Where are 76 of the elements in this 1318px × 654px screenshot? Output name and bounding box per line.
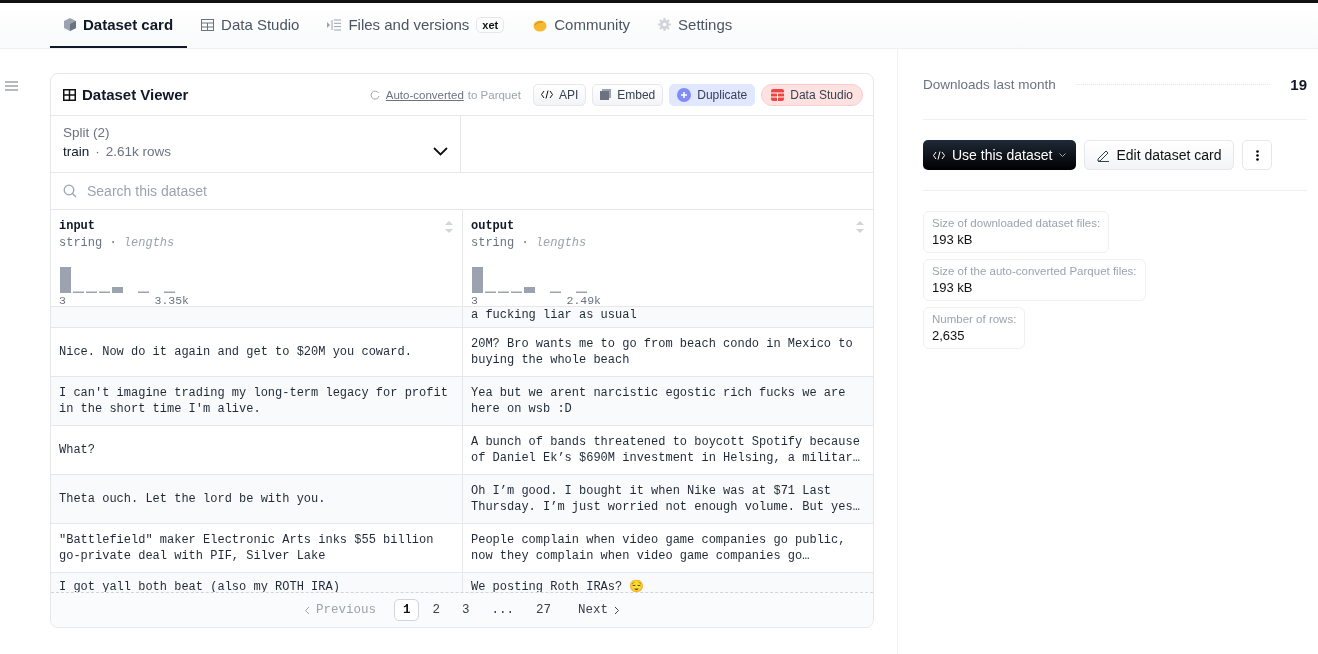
table-cell: 20M? Bro wants me to go from beach condo in Mexico to buying the whole beach <box>462 328 873 376</box>
viewer-title: Dataset Viewer <box>82 86 189 103</box>
menu-icon[interactable] <box>5 81 18 91</box>
split-dropdown[interactable]: Split (2) train · 2.61k rows <box>51 116 461 172</box>
edit-card-button[interactable]: Edit dataset card <box>1084 140 1235 170</box>
api-button[interactable]: API <box>532 83 587 106</box>
split-label: Split (2) <box>63 125 111 140</box>
downloads-label: Downloads last month <box>923 76 1056 92</box>
pencil-icon <box>1097 148 1111 162</box>
table-cell: Yea but we arent narcistic egostic rich fucks we are here on wsb :D <box>462 377 873 425</box>
embed-button[interactable]: Embed <box>592 83 664 106</box>
chevron-down-icon <box>433 147 448 156</box>
table-icon <box>771 88 785 101</box>
table-cell-text: Theta ouch. Let the lord be with you. <box>58 491 327 508</box>
tab[interactable]: Files and versions xet <box>313 3 519 48</box>
page-link[interactable]: 3 <box>453 599 479 621</box>
code-icon <box>933 150 945 160</box>
stat-value: 193 kB <box>932 280 974 295</box>
page-link[interactable]: 1 <box>393 599 420 621</box>
table-icon <box>63 88 76 101</box>
downloads-count: 19 <box>1290 75 1307 93</box>
separator-dot: · <box>95 144 100 159</box>
more-icon <box>1255 149 1259 161</box>
table-cell-text: What? <box>58 442 96 459</box>
auto-converted-link[interactable]: Auto-converted <box>385 88 464 101</box>
stat-label: Size of downloaded dataset files: <box>932 217 1101 229</box>
tab[interactable]: Settings <box>644 3 747 48</box>
histogram-max: 2.49k <box>566 294 601 307</box>
xet-badge: xet <box>476 16 505 33</box>
caret-icon <box>1059 153 1067 157</box>
histogram-max: 3.35k <box>154 294 189 307</box>
tab[interactable]: Community <box>518 3 645 48</box>
column-name: output <box>471 219 515 233</box>
duplicate-button[interactable]: Duplicate <box>669 83 756 106</box>
table-cell-text: Nice. Now do it again and get to $20M you coward. <box>58 344 413 361</box>
sort-icon[interactable] <box>855 220 865 234</box>
tab[interactable]: Data Studio <box>187 3 314 48</box>
page-link[interactable]: 2 <box>423 599 449 621</box>
search-icon <box>63 184 77 198</box>
stat-label: Number of rows: <box>932 313 1017 325</box>
row-count: 2.61k rows <box>105 144 172 159</box>
stat-value: 2,635 <box>932 328 966 343</box>
tab[interactable]: Dataset card <box>50 3 188 48</box>
cube-icon <box>64 18 76 31</box>
split-name: train <box>63 144 90 159</box>
table-cell: A bunch of bands threatened to boycott Spotify because of Daniel Ek’s $690M investment in Helsing, a militar… <box>462 426 873 474</box>
table-icon <box>201 18 215 31</box>
sort-icon[interactable] <box>444 220 454 234</box>
histogram-min: 3 <box>471 294 478 307</box>
refresh-icon <box>369 89 380 100</box>
stat-label: Size of the auto-converted Parquet files: <box>932 265 1137 277</box>
parquet-label: to Parquet <box>467 88 521 101</box>
table-cell-text: "Battlefield" maker Electronic Arts inks $55 billion go-private deal with PIF, Silver Lake <box>58 532 435 565</box>
histogram-min: 3 <box>59 294 66 307</box>
studio-button[interactable]: Data Studio <box>761 83 863 106</box>
page-link[interactable]: 27 <box>527 599 561 621</box>
table-cell: Oh I’m good. I bought it when Nike was at $71 Last Thursday. I’m just worried not enough volume. But yes… <box>462 475 873 523</box>
chevron-right-icon <box>614 605 621 615</box>
column-type: string · lengths <box>471 236 587 250</box>
column-name: input <box>59 219 95 233</box>
stat-value: 193 kB <box>932 232 974 247</box>
duplicate-icon <box>677 87 692 102</box>
more-button[interactable] <box>1242 140 1273 170</box>
next-link[interactable]: Next <box>564 600 635 620</box>
table-cell: People complain when video game companies go public, now they complain when video game companies go… <box>462 524 873 572</box>
table-cell-text: I got yall both beat (also my ROTH IRA) <box>58 579 341 592</box>
chevron-left-icon <box>303 605 310 615</box>
copy-icon <box>600 89 612 100</box>
column-type: string · lengths <box>59 236 175 250</box>
table-cell-text: I can't imagine trading my long-term legacy for profit in the short time I'm alive. <box>58 385 449 418</box>
use-dataset-button[interactable]: Use this dataset <box>923 140 1077 170</box>
settings-icon <box>658 18 672 31</box>
code-icon <box>540 90 553 99</box>
list-icon <box>327 18 342 31</box>
table-cell: a fucking liar as usual <box>462 307 873 327</box>
page-link[interactable]: ... <box>482 599 523 621</box>
